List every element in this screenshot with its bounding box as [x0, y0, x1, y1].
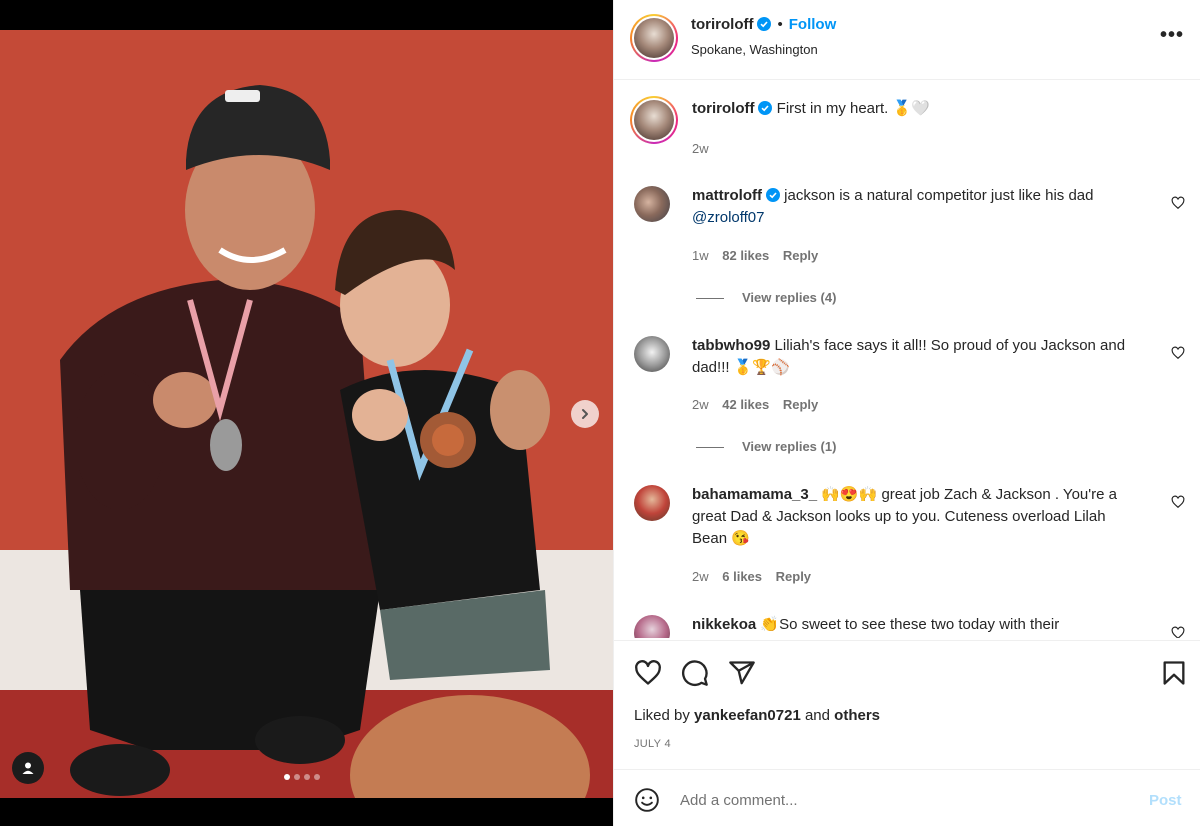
comment-text: bahamamama_3_ 🙌😍🙌 great job Zach & Jacks… [692, 484, 1132, 550]
author-avatar[interactable] [630, 14, 678, 62]
comment-meta: 2w 42 likes Reply [692, 397, 828, 412]
carousel-dot [304, 774, 310, 780]
comment-likes[interactable]: 82 likes [722, 248, 769, 263]
carousel-indicators [284, 774, 320, 780]
comment-time[interactable]: 1w [692, 248, 709, 263]
post-details-pane: toriroloff • Follow Spokane, Washington ••… [613, 0, 1200, 826]
reply-button[interactable]: Reply [776, 569, 811, 584]
caption-time[interactable]: 2w [692, 141, 709, 156]
heart-icon[interactable] [1171, 495, 1185, 509]
chevron-right-icon [582, 409, 588, 419]
post-media-pane [0, 0, 613, 826]
comment-username[interactable]: mattroloff [692, 187, 762, 204]
share-icon[interactable] [728, 659, 756, 687]
comment-username[interactable]: bahamamama_3_ [692, 486, 817, 503]
author-row: toriroloff • Follow [691, 16, 836, 33]
reply-button[interactable]: Reply [783, 248, 818, 263]
carousel-dot [314, 774, 320, 780]
comment-likes[interactable]: 6 likes [722, 569, 762, 584]
carousel-dot [294, 774, 300, 780]
caption-username[interactable]: toriroloff [692, 100, 754, 117]
heart-icon[interactable] [634, 659, 662, 687]
comment-input[interactable] [680, 786, 1120, 814]
bookmark-icon[interactable] [1160, 659, 1188, 687]
post-photo[interactable] [0, 30, 613, 798]
comment-meta: 2w 6 likes Reply [692, 569, 821, 584]
commenter-avatar[interactable] [634, 186, 670, 222]
comment-meta: 1w 82 likes Reply [692, 248, 828, 263]
comments-list: toriroloff First in my heart. 🥇🤍 2w matt… [614, 81, 1200, 638]
post-location[interactable]: Spokane, Washington [691, 42, 818, 57]
heart-icon[interactable] [1171, 346, 1185, 360]
carousel-dot [284, 774, 290, 780]
post-modal: toriroloff • Follow Spokane, Washington ••… [0, 0, 1200, 826]
view-replies-button[interactable]: View replies (1) [696, 439, 836, 454]
heart-icon[interactable] [1171, 196, 1185, 210]
liked-by-and: and [800, 707, 835, 724]
caption-text: toriroloff First in my heart. 🥇🤍 [692, 98, 1162, 120]
liked-by: Liked by yankeefan0721 and others [634, 707, 880, 724]
caption-body: First in my heart. 🥇🤍 [776, 100, 930, 117]
comment-text: tabbwho99 Liliah's face says it all!! So… [692, 335, 1162, 379]
comment-time[interactable]: 2w [692, 397, 709, 412]
next-photo-button[interactable] [571, 400, 599, 428]
verified-badge-icon [757, 17, 772, 31]
post-date[interactable]: JULY 4 [634, 738, 671, 750]
emoji-icon[interactable] [634, 787, 660, 813]
view-replies-label: View replies (1) [742, 439, 837, 454]
more-icon[interactable]: ••• [1160, 24, 1184, 47]
commenter-avatar[interactable] [634, 615, 670, 638]
comment-text: mattroloff jackson is a natural competit… [692, 185, 1162, 229]
add-comment-bar: Post [614, 769, 1200, 826]
user-tag-icon [22, 762, 34, 774]
separator: • [777, 16, 783, 33]
commenter-avatar[interactable] [634, 485, 670, 521]
comment-username[interactable]: nikkekoa [692, 616, 756, 633]
verified-badge-icon [758, 101, 773, 115]
post-comment-button[interactable]: Post [1149, 792, 1182, 809]
caption-avatar[interactable] [630, 96, 678, 144]
comment-likes[interactable]: 42 likes [722, 397, 769, 412]
post-header: toriroloff • Follow Spokane, Washington ••… [614, 0, 1200, 80]
commenter-avatar[interactable] [634, 336, 670, 372]
follow-button[interactable]: Follow [789, 16, 837, 33]
post-actions: Liked by yankeefan0721 and others JULY 4 [614, 640, 1200, 768]
author-username[interactable]: toriroloff [691, 16, 753, 33]
comment-body: jackson is a natural competitor just lik… [784, 187, 1094, 204]
comment-mention[interactable]: @zroloff07 [692, 209, 765, 226]
liked-by-prefix: Liked by [634, 707, 695, 724]
comment-icon[interactable] [681, 659, 709, 687]
reply-button[interactable]: Reply [783, 397, 818, 412]
comment-time[interactable]: 2w [692, 569, 709, 584]
heart-icon[interactable] [1171, 626, 1185, 638]
comment-username[interactable]: tabbwho99 [692, 337, 770, 354]
comment-text: nikkekoa 👏So sweet to see these two toda… [692, 614, 1162, 636]
tagged-users-button[interactable] [12, 752, 44, 784]
view-replies-label: View replies (4) [742, 290, 837, 305]
divider [696, 447, 724, 449]
divider [696, 298, 724, 300]
liked-by-others[interactable]: others [834, 707, 880, 724]
view-replies-button[interactable]: View replies (4) [696, 290, 836, 305]
caption-meta: 2w [692, 141, 719, 156]
verified-badge-icon [766, 188, 780, 202]
comment-body: 👏So sweet to see these two today with th… [760, 616, 1060, 633]
liked-by-user[interactable]: yankeefan0721 [694, 707, 801, 724]
